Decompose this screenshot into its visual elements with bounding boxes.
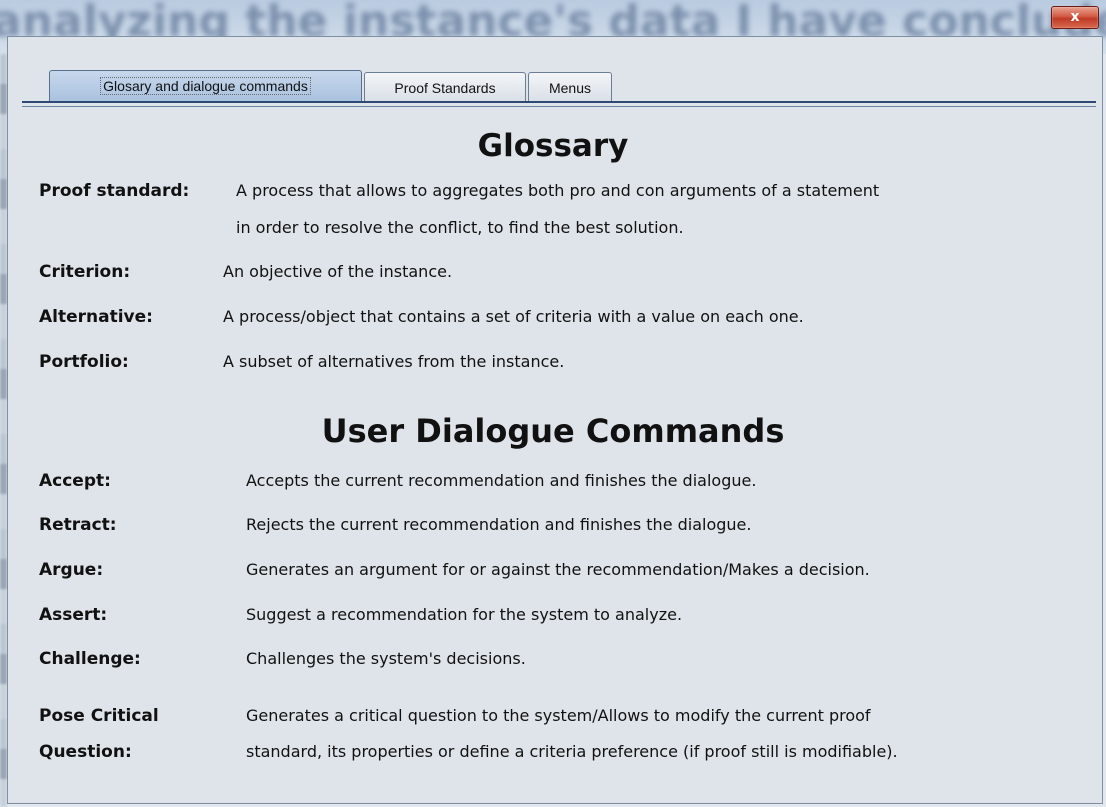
tab-proof-standards[interactable]: Proof Standards (364, 72, 526, 102)
tab-divider (22, 101, 1096, 103)
command-term-accept: Accept: (39, 471, 111, 491)
tab-label: Menus (548, 80, 592, 96)
command-definition-retract: Rejects the current recommendation and f… (246, 515, 752, 534)
command-definition-pose-critical-question-line1: Generates a critical question to the sys… (246, 706, 871, 725)
tab-glossary-commands[interactable]: Glosary and dialogue commands (49, 70, 362, 102)
command-term-assert: Assert: (39, 605, 108, 625)
command-definition-argue: Generates an argument for or against the… (246, 560, 870, 579)
command-term-pose-critical-question-line2: Question: (39, 742, 132, 762)
glossary-definition-portfolio: A subset of alternatives from the instan… (223, 352, 565, 371)
tab-menus[interactable]: Menus (528, 72, 612, 102)
glossary-definition-proof-standard-line2: in order to resolve the conflict, to fin… (236, 218, 684, 237)
command-definition-assert: Suggest a recommendation for the system … (246, 605, 683, 624)
command-term-pose-critical-question-line1: Pose Critical (39, 706, 159, 726)
glossary-term-alternative: Alternative: (39, 307, 153, 327)
command-term-argue: Argue: (39, 560, 104, 580)
command-definition-accept: Accepts the current recommendation and f… (246, 471, 757, 490)
close-button[interactable]: x (1051, 6, 1099, 29)
glossary-definition-proof-standard-line1: A process that allows to aggregates both… (236, 181, 880, 200)
glossary-term-proof-standard: Proof standard: (39, 181, 190, 201)
tab-label: Proof Standards (394, 80, 496, 96)
glossary-term-portfolio: Portfolio: (39, 352, 129, 372)
command-definition-pose-critical-question-line2: standard, its properties or define a cri… (246, 742, 898, 761)
commands-heading: User Dialogue Commands (321, 412, 785, 450)
glossary-definition-criterion: An objective of the instance. (223, 262, 453, 281)
command-definition-challenge: Challenges the system's decisions. (246, 649, 526, 668)
tab-divider-shadow (22, 106, 1096, 107)
close-icon: x (1070, 9, 1080, 25)
tab-label: Glosary and dialogue commands (100, 77, 311, 95)
command-term-challenge: Challenge: (39, 649, 141, 669)
glossary-term-criterion: Criterion: (39, 262, 131, 282)
glossary-definition-alternative: A process/object that contains a set of … (223, 307, 804, 326)
glossary-heading: Glossary (477, 128, 629, 164)
command-term-retract: Retract: (39, 515, 117, 535)
